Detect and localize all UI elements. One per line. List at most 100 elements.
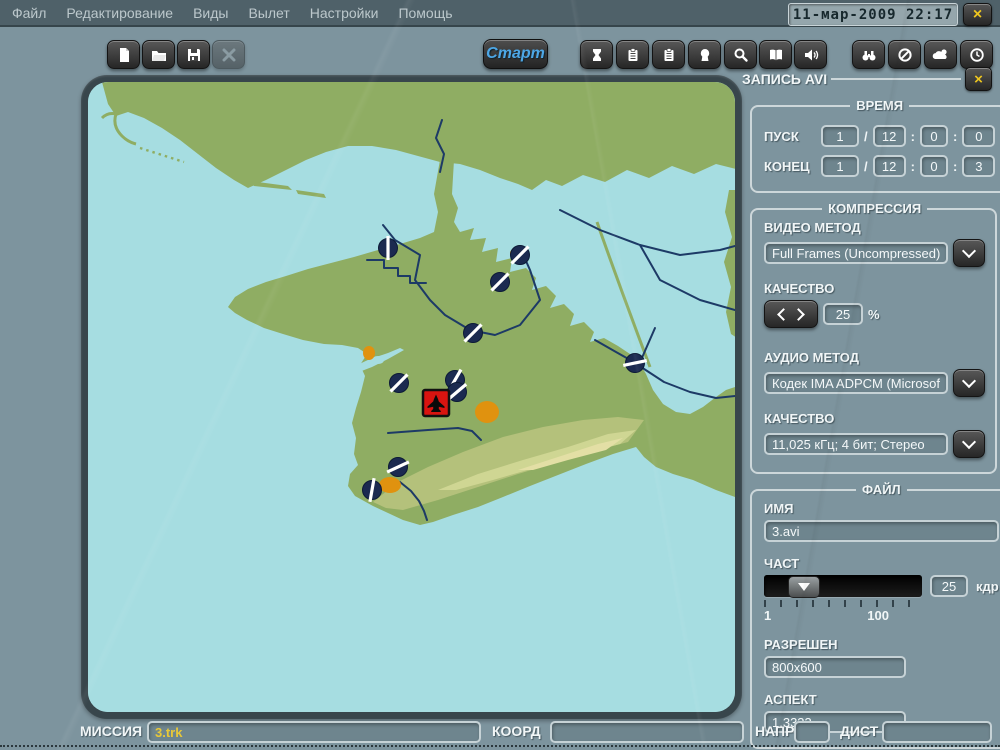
new-track-button[interactable]: [107, 40, 140, 69]
tick-min-label: 1: [764, 608, 771, 623]
decrease-icon[interactable]: [777, 308, 790, 321]
time-separator: :: [953, 159, 957, 174]
open-track-button[interactable]: [142, 40, 175, 69]
mission-value: 3.trk: [155, 725, 182, 740]
audio-method-dropdown[interactable]: Кодек IMA ADPCM (Microsof: [764, 372, 948, 394]
map-svg: [88, 82, 735, 712]
chevron-down-icon: [962, 244, 976, 258]
window-close-button[interactable]: ×: [963, 3, 992, 26]
audio-method-label: АУДИО МЕТОД: [764, 350, 985, 365]
file-group-title: ФАЙЛ: [856, 482, 907, 497]
start-minute-field[interactable]: 0: [962, 125, 995, 147]
menu-item-settings[interactable]: Настройки: [310, 5, 379, 21]
hourglass-icon: [589, 47, 605, 63]
panel-header: ЗАПИСЬ AVI ×: [742, 64, 992, 94]
video-quality-label: КАЧЕСТВО: [764, 281, 985, 296]
coord-field[interactable]: [550, 721, 744, 743]
folder-icon: [151, 47, 167, 63]
framerate-slider[interactable]: [764, 575, 922, 597]
city-marker: [475, 401, 499, 423]
slider-tick-labels: 1 100: [764, 608, 954, 623]
log-button[interactable]: [652, 40, 685, 69]
chevron-down-icon: [962, 435, 976, 449]
il2-avi-record-screen: Файл Редактирование Виды Вылет Настройки…: [0, 0, 1000, 750]
resolution-field[interactable]: 800x600: [764, 656, 906, 678]
file-name-field[interactable]: 3.avi: [764, 520, 999, 542]
avi-record-panel: ЗАПИСЬ AVI × ВРЕМЯ ПУСК 1 / 12 : 0 : 0 К…: [740, 64, 996, 750]
save-track-button[interactable]: [177, 40, 210, 69]
start-time-label: ПУСК: [764, 129, 816, 144]
end-minute-field[interactable]: 3: [962, 155, 995, 177]
framerate-label: ЧАСТ: [764, 556, 999, 571]
start-hour-field[interactable]: 0: [920, 125, 948, 147]
end-month-field[interactable]: 12: [873, 155, 906, 177]
video-method-label: ВИДЕО МЕТОД: [764, 220, 985, 235]
audio-quality-label: КАЧЕСТВО: [764, 411, 985, 426]
map-canvas[interactable]: [88, 82, 735, 712]
status-bar: МИССИЯ 3.trk КООРД НАПР ДИСТ: [0, 718, 1000, 747]
book-icon: [768, 47, 784, 63]
speaker-icon: [803, 47, 819, 63]
percent-label: %: [868, 307, 880, 322]
video-quality-field[interactable]: 25: [823, 303, 863, 325]
clipboard-icon: [661, 47, 677, 63]
resolution-label: РАЗРЕШЕН: [764, 637, 999, 652]
menu-item-views[interactable]: Виды: [193, 5, 228, 21]
map-frame: [81, 75, 742, 719]
slider-thumb[interactable]: [788, 576, 820, 598]
binoculars-icon: [861, 47, 877, 63]
framerate-field[interactable]: 25: [930, 575, 968, 597]
pilot-head-icon: [697, 47, 713, 63]
delete-button-disabled: [212, 40, 245, 69]
coord-label: КООРД: [492, 723, 541, 739]
end-day-field[interactable]: 1: [821, 155, 859, 177]
increase-icon[interactable]: [792, 308, 805, 321]
video-method-dropdown[interactable]: Full Frames (Uncompressed): [764, 242, 948, 264]
magnifier-icon: [733, 47, 749, 63]
player-aircraft-marker: [423, 390, 449, 416]
file-group: ФАЙЛ ИМЯ 3.avi ЧАСТ 25 кдр 1 100 РАЗРЕШЕ…: [750, 482, 1000, 749]
airfield-marker: [390, 374, 409, 393]
end-time-label: КОНЕЦ: [764, 159, 816, 174]
city-marker: [363, 346, 375, 360]
start-day-field[interactable]: 1: [821, 125, 859, 147]
distance-field[interactable]: [882, 721, 992, 743]
mission-label: МИССИЯ: [80, 723, 142, 739]
panel-close-button[interactable]: ×: [965, 67, 992, 91]
briefing-button[interactable]: [616, 40, 649, 69]
clock-icon: [969, 47, 985, 63]
aspect-label: АСПЕКТ: [764, 692, 999, 707]
airfield-marker: [448, 383, 467, 402]
compression-group: КОМПРЕССИЯ ВИДЕО МЕТОД Full Frames (Unco…: [750, 201, 997, 474]
distance-label: ДИСТ: [840, 723, 878, 739]
heading-label: НАПР: [755, 723, 794, 739]
pilot-button[interactable]: [688, 40, 721, 69]
menu-item-edit[interactable]: Редактирование: [66, 5, 173, 21]
bottom-divider: [0, 745, 1000, 747]
no-entry-icon: [897, 47, 913, 63]
menu-item-flight[interactable]: Вылет: [248, 5, 289, 21]
time-skip-button[interactable]: [580, 40, 613, 69]
panel-title: ЗАПИСЬ AVI: [742, 71, 827, 87]
video-method-dropdown-button[interactable]: [953, 239, 985, 267]
audio-quality-dropdown-button[interactable]: [953, 430, 985, 458]
airfield-marker: [464, 324, 483, 343]
date-separator: /: [864, 159, 868, 174]
audio-method-dropdown-button[interactable]: [953, 369, 985, 397]
start-playback-button[interactable]: Старт: [483, 39, 548, 69]
time-group: ВРЕМЯ ПУСК 1 / 12 : 0 : 0 КОНЕЦ 1 / 12 :…: [750, 98, 1000, 193]
city-marker: [379, 477, 401, 493]
video-quality-stepper[interactable]: [764, 300, 818, 328]
end-hour-field[interactable]: 0: [920, 155, 948, 177]
menu-item-file[interactable]: Файл: [12, 5, 46, 21]
framerate-unit-label: кдр: [976, 579, 999, 594]
time-separator: :: [911, 129, 915, 144]
heading-field[interactable]: [794, 721, 830, 743]
floppy-icon: [186, 47, 202, 63]
audio-quality-dropdown[interactable]: 11,025 кГц; 4 бит; Стерео: [764, 433, 948, 455]
menu-item-help[interactable]: Помощь: [398, 5, 452, 21]
mission-field[interactable]: 3.trk: [147, 721, 481, 743]
slider-ticks: [764, 600, 922, 607]
file-name-label: ИМЯ: [764, 501, 999, 516]
start-month-field[interactable]: 12: [873, 125, 906, 147]
